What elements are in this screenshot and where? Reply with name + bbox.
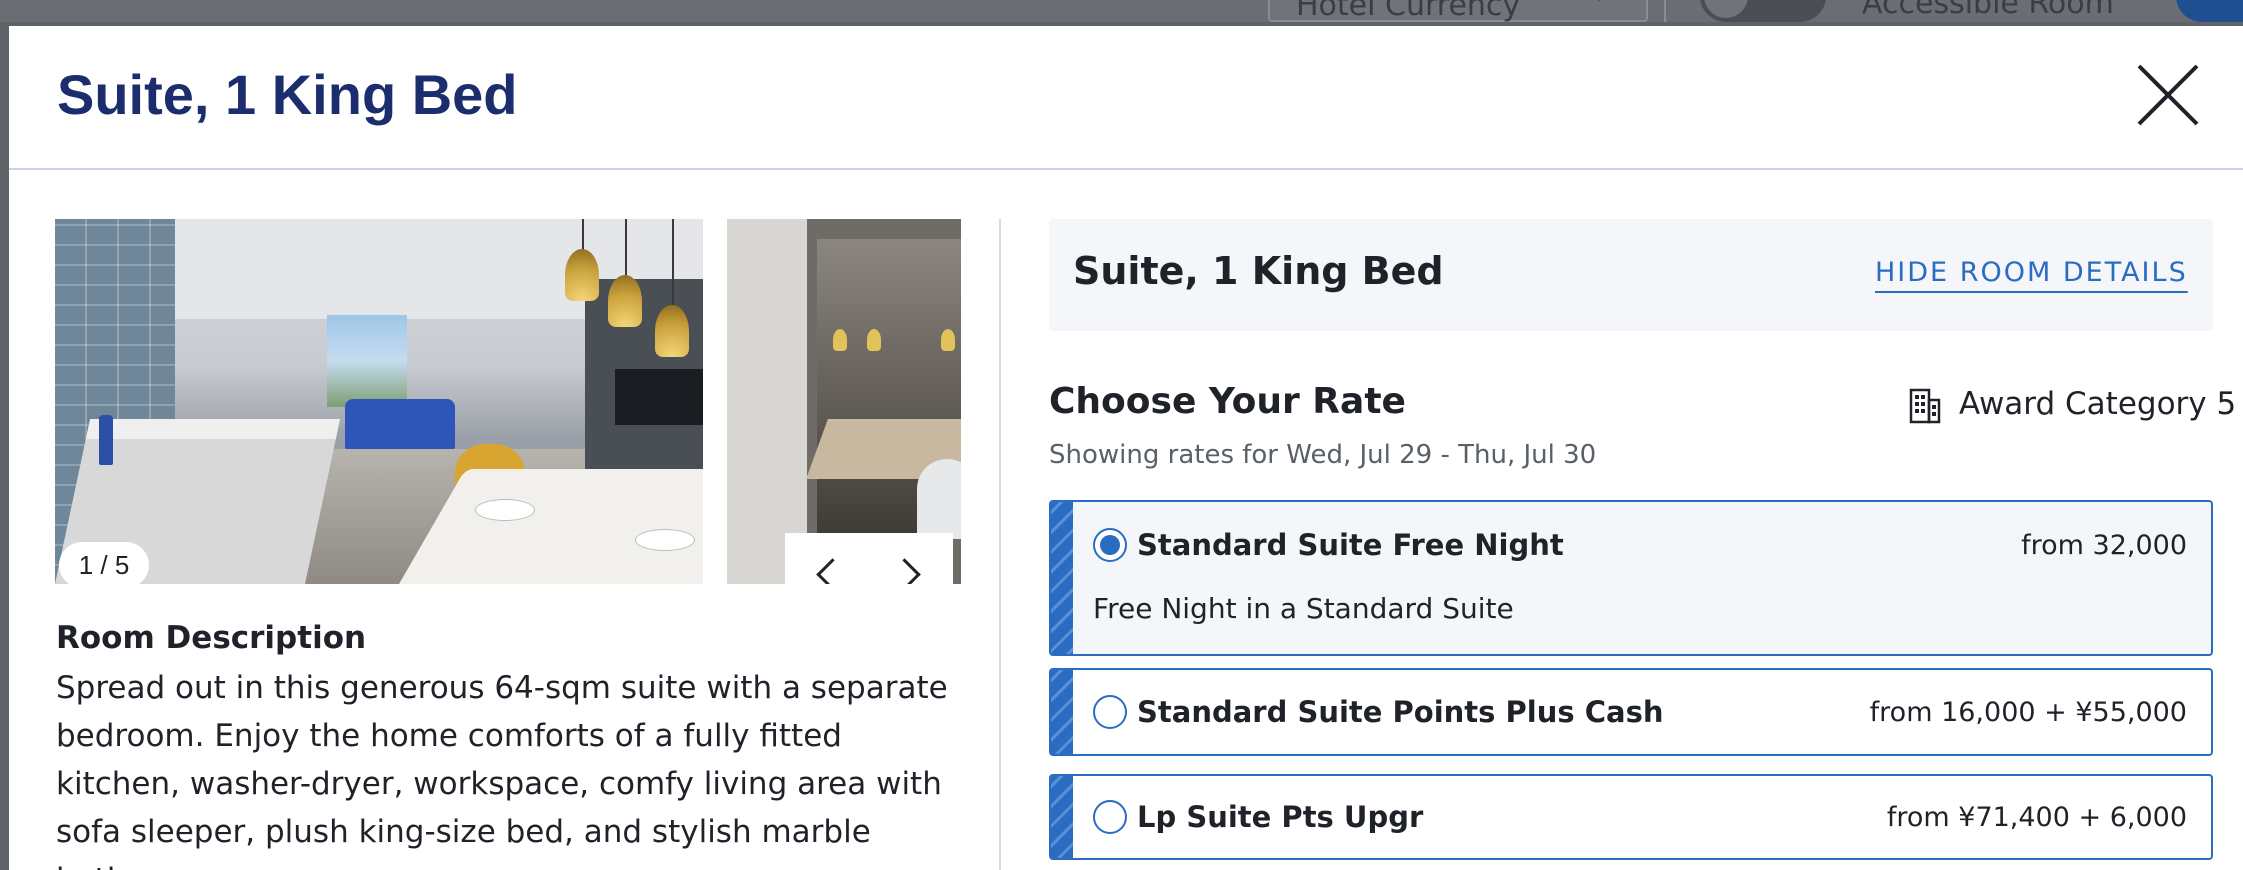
modal-title: Suite, 1 King Bed [57, 63, 518, 126]
accessible-room-toggle [1700, 0, 1826, 22]
close-icon[interactable] [2133, 60, 2203, 130]
rate-price: from ¥71,400 + 6,000 [1886, 802, 2187, 833]
room-photo[interactable] [55, 219, 703, 584]
building-icon [1909, 388, 1941, 424]
rate-option-suite-upgrade[interactable]: Lp Suite Pts Upgr from ¥71,400 + 6,000 [1049, 774, 2213, 860]
currency-select: Hotel Currency [1268, 0, 1648, 23]
modal-header: Suite, 1 King Bed [9, 26, 2243, 170]
room-summary-title: Suite, 1 King Bed [1073, 249, 1444, 293]
photo-pendant-lamp [941, 329, 955, 351]
photo-lamp-cord [672, 219, 674, 309]
photo-pendant-lamp [565, 249, 599, 301]
choose-rate-heading: Choose Your Rate [1049, 381, 1406, 422]
rate-description: Free Night in a Standard Suite [1093, 592, 1514, 625]
room-description-heading: Room Description [56, 620, 367, 656]
photo-plate [635, 529, 695, 551]
rate-option-points-plus-cash[interactable]: Standard Suite Points Plus Cash from 16,… [1049, 668, 2213, 756]
photo-pendant-lamp [655, 305, 689, 357]
hide-room-details-link[interactable]: HIDE ROOM DETAILS [1875, 257, 2188, 288]
gallery-nav [785, 533, 953, 584]
photo-lamp-cord [582, 219, 584, 253]
rate-price: from 32,000 [2021, 530, 2187, 561]
rate-radio[interactable] [1093, 800, 1127, 834]
rate-name: Standard Suite Free Night [1137, 528, 1564, 562]
chevron-left-icon[interactable] [809, 553, 849, 584]
photo-gallery: 1 / 5 [55, 219, 961, 584]
rate-option-free-night[interactable]: Standard Suite Free Night from 32,000 Fr… [1049, 500, 2213, 656]
background-divider [1664, 0, 1666, 22]
currency-select-label: Hotel Currency [1296, 0, 1521, 23]
rate-name: Standard Suite Points Plus Cash [1137, 695, 1664, 729]
photo-window [327, 315, 407, 407]
chevron-down-icon [1589, 0, 1609, 1]
photo-pendant-lamp [833, 329, 847, 351]
room-photo-next[interactable] [727, 219, 961, 584]
award-category-label: Award Category 5 [1959, 386, 2237, 422]
photo-lamp-cord [625, 219, 627, 279]
rate-stripe [1051, 776, 1073, 858]
room-details-modal: Suite, 1 King Bed 1 / 5 Room Description… [9, 26, 2243, 870]
photo-chair [917, 459, 961, 539]
photo-tv [615, 369, 703, 425]
rate-name: Lp Suite Pts Upgr [1137, 800, 1424, 834]
accessible-room-label: Accessible Room [1862, 0, 2114, 21]
photo-pendant-lamp [867, 329, 881, 351]
photo-bottle [99, 415, 113, 465]
column-divider [999, 219, 1001, 870]
photo-pendant-lamp [608, 275, 642, 327]
rate-price: from 16,000 + ¥55,000 [1869, 697, 2187, 728]
photo-sofa [345, 399, 455, 449]
room-description-text: Spread out in this generous 64-sqm suite… [56, 670, 948, 870]
room-summary-bar: Suite, 1 King Bed HIDE ROOM DETAILS [1049, 219, 2213, 331]
rate-radio[interactable] [1093, 695, 1127, 729]
rate-stripe [1051, 502, 1073, 654]
rate-dates-subtitle: Showing rates for Wed, Jul 29 - Thu, Jul… [1049, 440, 1597, 470]
chevron-right-icon[interactable] [887, 553, 927, 584]
toggle-knob [1704, 0, 1748, 18]
photo-counter-badge: 1 / 5 [59, 542, 149, 584]
rate-radio[interactable] [1093, 528, 1127, 562]
photo-plate [475, 499, 535, 521]
rate-stripe [1051, 670, 1073, 754]
